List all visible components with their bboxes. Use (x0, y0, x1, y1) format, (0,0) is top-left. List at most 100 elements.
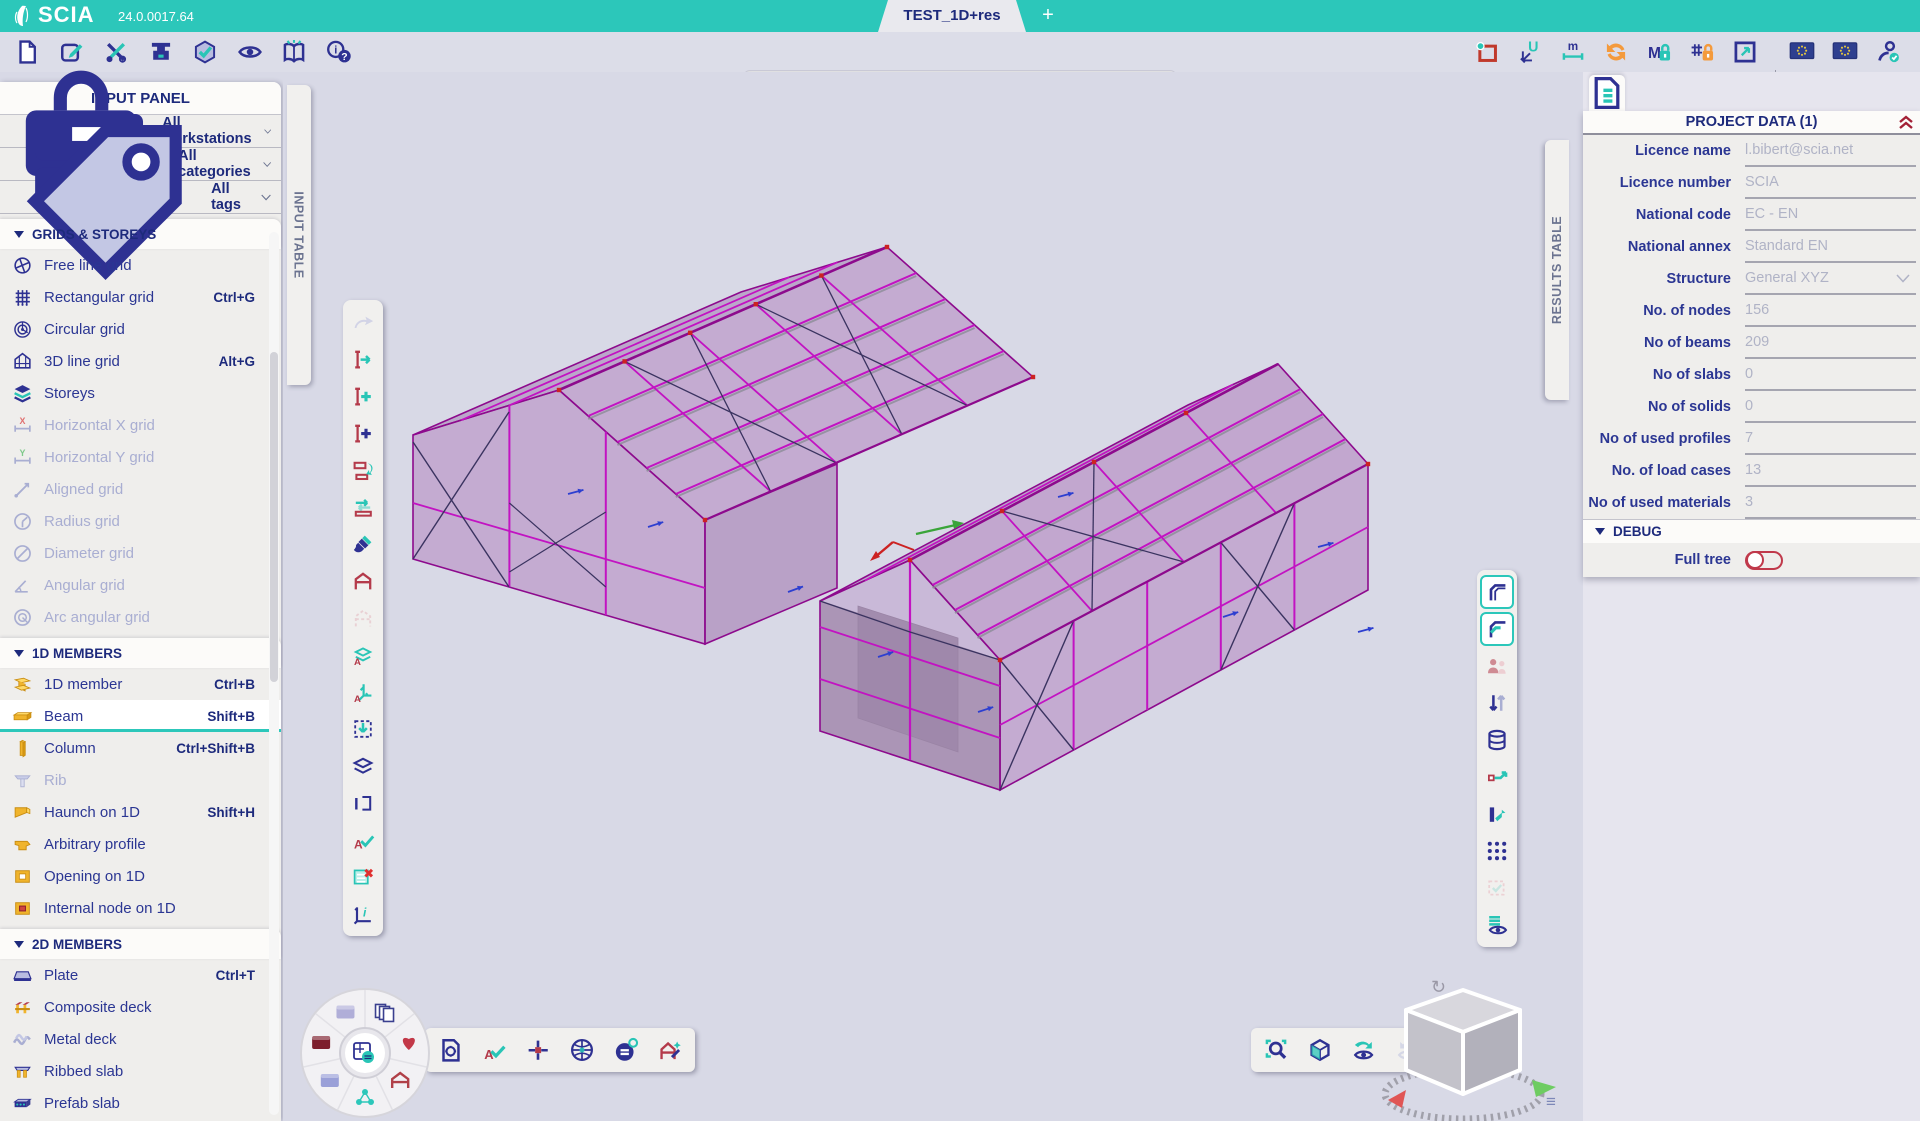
ucs-button[interactable]: U (1511, 34, 1549, 70)
sidebar-item-opening-on-1d[interactable]: Opening on 1D (0, 860, 281, 892)
item-label: Radius grid (44, 513, 120, 530)
connect-members-button[interactable] (521, 1033, 555, 1067)
sidebar-item-storeys[interactable]: Storeys (0, 377, 281, 409)
debug-section-header[interactable]: DEBUG (1583, 519, 1920, 543)
layers-frame-button[interactable]: A (347, 639, 379, 671)
sidebar-item-beam[interactable]: BeamShift+B (0, 700, 281, 732)
angular-grid-icon (12, 575, 33, 596)
full-tree-toggle[interactable] (1745, 551, 1783, 570)
wheel-beam-icon[interactable] (312, 1036, 330, 1049)
check-member-button[interactable]: A (347, 824, 379, 856)
filter-all-tags[interactable]: All tags (0, 181, 281, 214)
refresh-button[interactable] (1597, 34, 1635, 70)
collapse-panel-icon[interactable] (1892, 113, 1920, 131)
member-link-button[interactable] (1481, 798, 1513, 830)
viewcube-menu-icon[interactable]: ≡ (1546, 1092, 1556, 1112)
grid-snap-lock-button[interactable] (1683, 34, 1721, 70)
scrollbar-thumb[interactable] (270, 352, 278, 682)
property-value[interactable]: General XYZ (1745, 263, 1916, 295)
redo-arrow-icon (351, 310, 375, 334)
paintbrush-button[interactable] (347, 528, 379, 560)
input-panel-scrollbar[interactable] (269, 232, 279, 1115)
zoom-selection-button[interactable] (1259, 1033, 1293, 1067)
add-point-button[interactable] (347, 380, 379, 412)
model-3d-view[interactable]: INPUT TABLE RESULTS TABLE AAIAi A ↻ ≡ (283, 72, 1583, 1121)
sort-updown-icon (1485, 691, 1509, 715)
redo-arrow-button (347, 306, 379, 338)
bolted-connection-button[interactable] (1481, 613, 1513, 645)
sidebar-item-composite-deck[interactable]: Composite deck (0, 991, 281, 1023)
move-point-button[interactable] (347, 343, 379, 375)
copy-rotate-button[interactable] (347, 454, 379, 486)
units-button[interactable]: m (1554, 34, 1592, 70)
import-box-button[interactable] (347, 713, 379, 745)
database-button[interactable] (1481, 724, 1513, 756)
workstation-wheel[interactable] (298, 986, 432, 1120)
eu-annex-button[interactable] (1826, 34, 1864, 70)
steel-connection-button[interactable] (1481, 576, 1513, 608)
sidebar-item-metal-deck[interactable]: Metal deck (0, 1023, 281, 1055)
globe-button[interactable] (565, 1033, 599, 1067)
sort-updown-button[interactable] (1481, 687, 1513, 719)
node-link-button[interactable] (1481, 761, 1513, 793)
book-button[interactable] (275, 34, 313, 70)
view-cube[interactable] (1368, 982, 1558, 1121)
sidebar-item-ribbed-slab[interactable]: Ribbed slab (0, 1055, 281, 1087)
viewcube-body[interactable] (1406, 990, 1520, 1094)
opening-icon (12, 866, 33, 887)
input-table-tab[interactable]: INPUT TABLE (287, 85, 311, 385)
zoom-selection-icon (1263, 1037, 1289, 1063)
property-row-no-of-beams: No of beams209 (1583, 327, 1920, 359)
rename-button[interactable]: I (347, 787, 379, 819)
document-tab[interactable]: TEST_1D+res (878, 0, 1026, 32)
property-row-national-annex: National annexStandard EN (1583, 231, 1920, 263)
sidebar-item-plate[interactable]: PlateCtrl+T (0, 959, 281, 991)
new-tab-button[interactable]: + (1036, 4, 1060, 27)
selection-rectangle-button[interactable] (1468, 34, 1506, 70)
sidebar-item-haunch-on-1d[interactable]: Haunch on 1DShift+H (0, 796, 281, 828)
axis-info-button[interactable]: i (347, 898, 379, 930)
sidebar-item-circular-grid[interactable]: Circular grid (0, 313, 281, 345)
report-document-button[interactable] (433, 1033, 467, 1067)
triangle-down-icon (14, 231, 24, 238)
help-button[interactable]: i? (320, 34, 358, 70)
calculation-button[interactable] (609, 1033, 643, 1067)
layers-button[interactable] (347, 750, 379, 782)
rotate-view-icon[interactable]: ↻ (1431, 977, 1446, 998)
fit-view-button[interactable] (1726, 34, 1764, 70)
delete-table-button[interactable] (347, 861, 379, 893)
sidebar-item-arbitrary-profile[interactable]: Arbitrary profile (0, 828, 281, 860)
results-table-tab[interactable]: RESULTS TABLE (1545, 140, 1569, 400)
sidebar-item-1d-member[interactable]: 1D memberCtrl+B (0, 668, 281, 700)
view-eye-button[interactable] (231, 34, 269, 70)
wheel-slab-icon[interactable] (321, 1074, 339, 1087)
view-cube-button[interactable] (1303, 1033, 1337, 1067)
view-cube-icon (1307, 1037, 1333, 1063)
layers-eye-button[interactable] (1481, 909, 1513, 941)
item-label: Haunch on 1D (44, 804, 140, 821)
sidebar-item-prefab-slab[interactable]: Prefab slab (0, 1087, 281, 1119)
insert-point-icon (351, 421, 375, 445)
sidebar-item-3d-line-grid[interactable]: 3D line gridAlt+G (0, 345, 281, 377)
member-axis-button[interactable]: A (347, 676, 379, 708)
insert-point-button[interactable] (347, 417, 379, 449)
sidebar-item-internal-node-on-1d[interactable]: Internal node on 1D (0, 892, 281, 924)
model-lock-button[interactable]: M (1640, 34, 1678, 70)
structure-model[interactable] (318, 72, 1583, 1121)
dots-grid-button[interactable] (1481, 835, 1513, 867)
rib-icon (12, 770, 33, 791)
frame-button[interactable] (347, 565, 379, 597)
section-header-1d-members[interactable]: 1D MEMBERS (0, 638, 281, 668)
design-wizard-button[interactable] (653, 1033, 687, 1067)
sidebar-item-aligned-grid: Aligned grid (0, 473, 281, 505)
item-label: Arc angular grid (44, 609, 150, 626)
project-data-tab[interactable] (1589, 75, 1625, 111)
eu-code-button[interactable] (1783, 34, 1821, 70)
section-header-2d-members[interactable]: 2D MEMBERS (0, 929, 281, 959)
check-structure-button[interactable]: A (477, 1033, 511, 1067)
sidebar-item-column[interactable]: ColumnCtrl+Shift+B (0, 732, 281, 764)
wheel-box-icon[interactable] (336, 1005, 354, 1018)
user-check-button[interactable] (1869, 34, 1907, 70)
move-member-button[interactable] (347, 491, 379, 523)
validate-cube-button[interactable] (186, 34, 224, 70)
